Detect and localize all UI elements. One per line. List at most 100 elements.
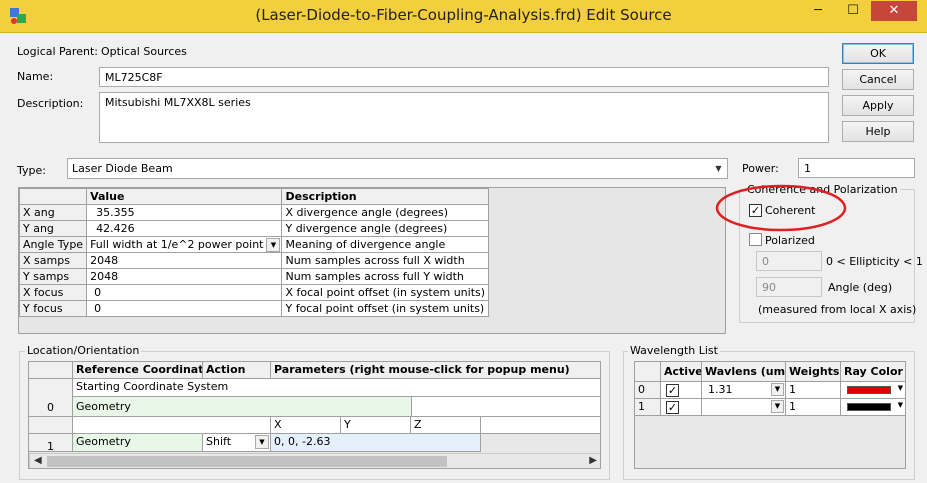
table-row[interactable]: Y samps 2048 Num samples across full Y w… (18, 268, 490, 285)
value-cell[interactable]: 0 (86, 284, 283, 301)
table-row[interactable]: Y focus 0 Y focal point offset (in syste… (18, 300, 490, 317)
chevron-down-icon[interactable]: ▼ (771, 383, 784, 396)
x-label: X (271, 417, 341, 434)
table-row[interactable]: X ang 35.355 X divergence angle (degrees… (18, 204, 490, 221)
chevron-down-icon[interactable]: ▼ (771, 400, 784, 413)
header-active: Active (661, 362, 702, 382)
starting-coordinate-system-cell: Starting Coordinate System (73, 379, 600, 397)
angle-label: Angle (deg) (828, 281, 893, 294)
angle-note: (measured from local X axis) (758, 303, 917, 316)
ray-color-swatch (847, 403, 891, 411)
apply-button[interactable]: Apply (842, 95, 914, 116)
row-label: Y ang (18, 220, 88, 237)
ok-button[interactable]: OK (842, 43, 914, 64)
header-cell-description: Description (281, 188, 490, 205)
table-header-row: Value Description (18, 188, 490, 205)
location-group-label: Location/Orientation (25, 344, 142, 357)
empty-cell (73, 417, 271, 434)
header-cell-corner (18, 188, 88, 205)
active-checkbox[interactable]: ✓ (666, 401, 679, 414)
window-title: (Laser-Diode-to-Fiber-Coupling-Analysis.… (255, 6, 672, 24)
empty-cell (412, 397, 600, 417)
logical-parent-value: Optical Sources (101, 45, 187, 58)
name-label: Name: (17, 70, 54, 83)
empty-cell (29, 417, 73, 434)
scrollbar-thumb[interactable] (47, 456, 447, 467)
active-cell[interactable]: ✓ (661, 399, 702, 416)
scroll-right-icon[interactable]: ▶ (589, 455, 597, 466)
description-cell: X divergence angle (degrees) (281, 204, 490, 221)
chevron-down-icon[interactable]: ▼ (255, 435, 269, 449)
description-cell: Num samples across full X width (281, 252, 490, 269)
value-cell[interactable]: 2048 (86, 252, 283, 269)
angle-type-dropdown[interactable]: Full width at 1/e^2 power point ▼ (86, 236, 283, 253)
table-row[interactable]: X samps 2048 Num samples across full X w… (18, 252, 490, 269)
z-label: Z (411, 417, 481, 434)
ray-color-dropdown[interactable]: ▼ (841, 399, 905, 416)
description-cell: Y focal point offset (in system units) (281, 300, 490, 317)
minimize-button[interactable]: ─ (803, 1, 833, 21)
row-number: 1 (635, 399, 661, 416)
table-row[interactable]: Y ang 42.426 Y divergence angle (degrees… (18, 220, 490, 237)
table-row[interactable]: X focus 0 X focal point offset (in syste… (18, 284, 490, 301)
wavelength-group-label: Wavelength List (628, 344, 720, 357)
row-label: Angle Type (18, 236, 88, 253)
angle-field[interactable]: 90 (756, 277, 822, 297)
value-cell[interactable]: 35.355 (86, 204, 283, 221)
header-ray-color: Ray Color (841, 362, 905, 382)
row-number: 0 (635, 382, 661, 399)
ellipticity-field[interactable]: 0 (756, 251, 822, 271)
horizontal-scrollbar[interactable]: ◀ ▶ (29, 453, 600, 468)
geometry-cell[interactable]: Geometry (73, 397, 412, 417)
maximize-button[interactable]: ☐ (838, 1, 868, 21)
help-button[interactable]: Help (842, 121, 914, 142)
wavelength-grid: Active Wavlens (um) Weights Ray Color 0 … (634, 361, 906, 469)
table-row[interactable]: Angle Type Full width at 1/e^2 power poi… (18, 236, 490, 253)
value-cell[interactable]: 42.426 (86, 220, 283, 237)
active-cell[interactable]: ✓ (661, 382, 702, 399)
header-cell-value: Value (86, 188, 283, 205)
polarized-checkbox[interactable] (749, 233, 762, 246)
value-cell[interactable]: 0 (86, 300, 283, 317)
description-cell: Meaning of divergence angle (281, 236, 490, 253)
header-action: Action (203, 362, 271, 379)
header-parameters: Parameters (right mouse-click for popup … (271, 362, 600, 379)
power-label: Power: (742, 162, 779, 175)
row-label: Y focus (18, 300, 88, 317)
value-cell[interactable]: 2048 (86, 268, 283, 285)
name-field[interactable]: ML725C8F (99, 67, 829, 87)
active-checkbox[interactable]: ✓ (666, 384, 679, 397)
type-dropdown-value: Laser Diode Beam (72, 162, 173, 175)
row-label: X samps (18, 252, 88, 269)
row-label: X focus (18, 284, 88, 301)
scroll-left-icon[interactable]: ◀ (34, 455, 42, 466)
row-label: Y samps (18, 268, 88, 285)
weight-cell[interactable]: 1 (786, 382, 841, 399)
wavlen-dropdown[interactable]: 1.31 ▼ (702, 382, 786, 399)
ray-color-dropdown[interactable]: ▼ (841, 382, 905, 399)
logical-parent-label: Logical Parent: (17, 45, 98, 58)
header-weights: Weights (786, 362, 841, 382)
chevron-down-icon[interactable]: ▼ (266, 238, 281, 252)
beam-parameters-grid: Value Description X ang 35.355 X diverge… (18, 187, 726, 334)
polarized-label: Polarized (765, 234, 815, 247)
description-field[interactable]: Mitsubishi ML7XX8L series (99, 92, 829, 143)
y-label: Y (341, 417, 411, 434)
close-button[interactable]: ✕ (871, 1, 917, 21)
ellipticity-label: 0 < Ellipticity < 1 (826, 255, 923, 268)
weight-cell[interactable]: 1 (786, 399, 841, 416)
action-dropdown[interactable]: Shift ▼ (203, 434, 271, 452)
header-wavlens: Wavlens (um) (702, 362, 786, 382)
chevron-down-icon[interactable]: ▼ (898, 384, 903, 392)
type-dropdown[interactable]: Laser Diode Beam ▼ (67, 158, 728, 179)
geometry-cell[interactable]: Geometry (73, 434, 203, 452)
shift-parameters-cell[interactable]: 0, 0, -2.63 (271, 434, 481, 452)
chevron-down-icon[interactable]: ▼ (898, 401, 903, 409)
row-number: 1 (29, 434, 73, 452)
title-bar: (Laser-Diode-to-Fiber-Coupling-Analysis.… (0, 0, 927, 33)
empty-cell (481, 417, 600, 434)
header-cell-corner (29, 362, 73, 379)
cancel-button[interactable]: Cancel (842, 69, 914, 90)
wavlen-dropdown[interactable]: ▼ (702, 399, 786, 416)
power-field[interactable]: 1 (798, 158, 915, 178)
